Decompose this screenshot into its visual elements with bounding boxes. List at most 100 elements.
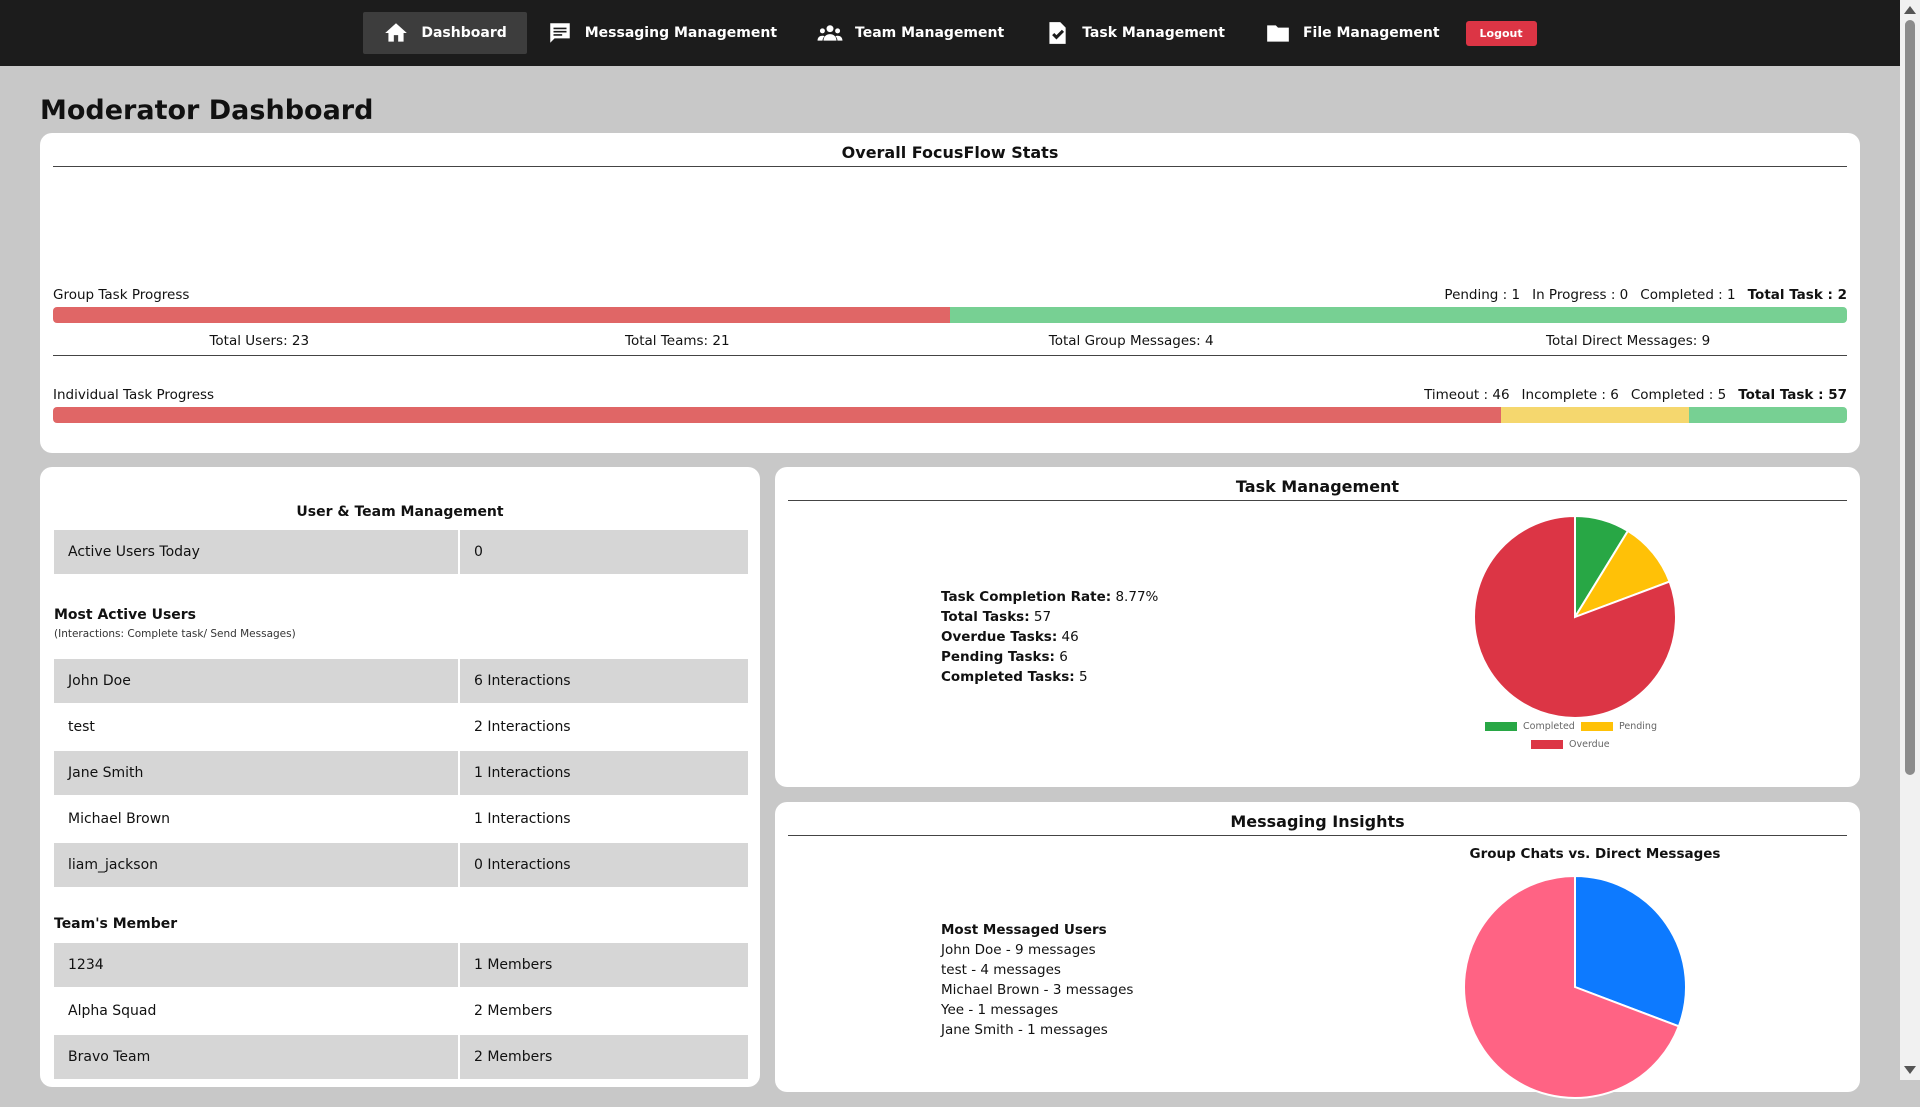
pending-tasks-value: 6 (1059, 649, 1068, 665)
interaction-count-cell: 2 Interactions (474, 719, 571, 735)
task-icon (1049, 22, 1066, 44)
user-team-title: User & Team Management (296, 504, 504, 520)
member-count-cell: 2 Members (474, 1049, 553, 1065)
active-users-label: Active Users Today (54, 530, 460, 574)
completed-tasks-label: Completed Tasks: (941, 669, 1075, 685)
team-icon (817, 25, 843, 41)
team-name-cell: Bravo Team (54, 1035, 460, 1079)
member-count-cell: 1 Members (474, 957, 553, 973)
individual-completed-segment (1689, 407, 1847, 423)
user-name-cell: liam_jackson (54, 843, 460, 887)
top-nav: Dashboard Messaging Management Team Mana… (0, 0, 1900, 66)
most-active-subtitle: (Interactions: Complete task/ Send Messa… (54, 628, 296, 640)
nav-label: Messaging Management (584, 25, 778, 41)
total-group-messages-stat: Total Group Messages: 4 (1048, 333, 1214, 349)
group-pending-count: Pending : 1 (1444, 287, 1521, 303)
total-teams-stat: Total Teams: 21 (625, 333, 730, 349)
legend-label-pending: Pending (1619, 721, 1657, 732)
legend-completed[interactable]: Completed (1485, 721, 1575, 732)
group-pending-segment (53, 307, 950, 323)
list-item: Michael Brown - 3 messages (941, 982, 1134, 998)
active-users-row: Active Users Today 0 (54, 530, 748, 574)
nav-label: Task Management (1082, 25, 1225, 41)
group-progress-counts: Pending : 1 In Progress : 0 Completed : … (1444, 287, 1847, 303)
interaction-count-cell: 0 Interactions (474, 857, 571, 873)
most-messaged-title: Most Messaged Users (941, 922, 1107, 938)
overdue-tasks-label: Overdue Tasks: (941, 629, 1058, 645)
messages-chart-title: Group Chats vs. Direct Messages (1469, 846, 1721, 862)
list-item: John Doe - 9 messages (941, 942, 1096, 958)
nav-file-management[interactable]: File Management (1245, 12, 1460, 54)
home-icon (385, 23, 408, 42)
completion-rate-value: 8.77% (1115, 589, 1159, 605)
overall-stats-card: Overall FocusFlow Stats Total Users: 23 … (40, 133, 1860, 453)
individual-timeout-segment (53, 407, 1501, 423)
interaction-count-cell: 1 Interactions (474, 765, 571, 781)
page-title: Moderator Dashboard (40, 95, 374, 126)
total-direct-messages-stat: Total Direct Messages: 9 (1546, 333, 1711, 349)
individual-progress-bar (53, 407, 1847, 423)
user-name-cell: Michael Brown (54, 797, 460, 841)
scroll-thumb[interactable] (1905, 20, 1915, 775)
table-row: Michael Brown 1 Interactions (54, 797, 748, 841)
scroll-down-arrow-icon[interactable] (1904, 1066, 1916, 1074)
legend-pending[interactable]: Pending (1581, 721, 1657, 732)
user-name-cell: Jane Smith (54, 751, 460, 795)
stats-row: Total Users: 23 Total Teams: 21 Total Gr… (53, 333, 1847, 356)
group-completed-count: Completed : 1 (1640, 287, 1736, 303)
interaction-count-cell: 1 Interactions (474, 811, 571, 827)
table-row: 1234 1 Members (54, 943, 748, 987)
total-tasks-label: Total Tasks: (941, 609, 1030, 625)
individual-completed-count: Completed : 5 (1630, 387, 1727, 403)
completed-tasks-value: 5 (1079, 669, 1088, 685)
group-completed-segment (950, 307, 1847, 323)
legend-swatch-pending (1581, 722, 1613, 731)
individual-total-count: Total Task : 57 (1738, 387, 1847, 403)
legend-swatch-overdue (1531, 740, 1563, 749)
page-scrollbar[interactable] (1900, 0, 1920, 1080)
interaction-count-cell: 6 Interactions (474, 673, 571, 689)
nav-team-management[interactable]: Team Management (797, 12, 1024, 54)
most-active-title: Most Active Users (54, 607, 197, 623)
legend-swatch-completed (1485, 722, 1517, 731)
nav-dashboard[interactable]: Dashboard (363, 12, 527, 54)
team-name-cell: Alpha Squad (54, 989, 460, 1033)
user-name-cell: test (54, 705, 460, 749)
group-progress-label: Group Task Progress (53, 287, 190, 303)
table-row: test 2 Interactions (54, 705, 748, 749)
folder-icon (1267, 25, 1289, 42)
group-total-count: Total Task : 2 (1747, 287, 1847, 303)
task-pie-chart (1473, 514, 1677, 719)
task-management-card: Task Management Task Completion Rate: 8.… (775, 467, 1860, 787)
team-name-cell: 1234 (54, 943, 460, 987)
completion-rate-label: Task Completion Rate: (941, 589, 1112, 605)
individual-progress-label: Individual Task Progress (53, 387, 215, 403)
list-item: Yee - 1 messages (941, 1002, 1059, 1018)
nav-messaging-management[interactable]: Messaging Management (527, 12, 797, 54)
nav-task-management[interactable]: Task Management (1024, 12, 1245, 54)
legend-overdue[interactable]: Overdue (1531, 739, 1610, 750)
list-item: Jane Smith - 1 messages (941, 1022, 1108, 1038)
table-row: Alpha Squad 2 Members (54, 989, 748, 1033)
nav-label: Dashboard (421, 25, 507, 41)
active-users-value: 0 (474, 544, 483, 560)
legend-label-completed: Completed (1523, 721, 1575, 732)
table-row: John Doe 6 Interactions (54, 659, 748, 703)
table-row: liam_jackson 0 Interactions (54, 843, 748, 887)
list-item: test - 4 messages (941, 962, 1061, 978)
message-icon (550, 23, 570, 43)
messaging-insights-heading: Messaging Insights (788, 812, 1847, 836)
table-row: Bravo Team 2 Members (54, 1035, 748, 1079)
logout-button[interactable]: Logout (1465, 20, 1537, 46)
member-count-cell: 2 Members (474, 1003, 553, 1019)
overdue-tasks-value: 46 (1061, 629, 1079, 645)
legend-label-overdue: Overdue (1569, 739, 1610, 750)
most-messaged-block: Most Messaged Users John Doe - 9 message… (941, 920, 1133, 1040)
task-management-heading: Task Management (788, 477, 1847, 501)
nav-label: Team Management (855, 25, 1005, 41)
nav-label: File Management (1302, 25, 1440, 41)
group-progress-bar (53, 307, 1847, 323)
individual-timeout-count: Timeout : 46 (1424, 387, 1510, 403)
messages-pie-chart (1463, 874, 1687, 1099)
scroll-up-arrow-icon[interactable] (1904, 6, 1916, 14)
